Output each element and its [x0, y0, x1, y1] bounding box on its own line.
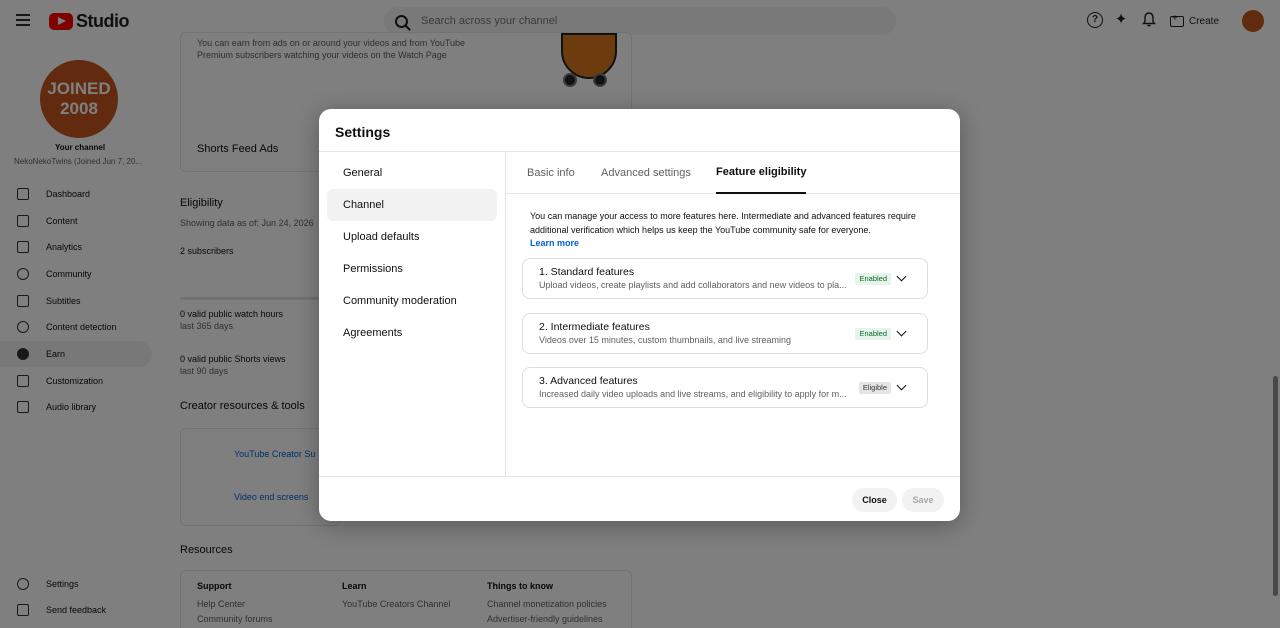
chevron-down-icon[interactable] — [896, 326, 907, 337]
feature-row-intermediate[interactable]: 2. Intermediate features Videos over 15 … — [522, 313, 928, 354]
chevron-down-icon[interactable] — [896, 380, 907, 391]
settings-dialog: Settings General Channel Upload defaults… — [319, 109, 960, 521]
feature-description: Upload videos, create playlists and add … — [539, 280, 847, 290]
feature-description: Videos over 15 minutes, custom thumbnail… — [539, 335, 791, 345]
feature-description: Increased daily video uploads and live s… — [539, 389, 847, 399]
close-button[interactable]: Close — [852, 488, 897, 512]
settings-nav-upload-defaults[interactable]: Upload defaults — [327, 221, 497, 253]
save-button[interactable]: Save — [902, 488, 944, 512]
feature-title: 2. Intermediate features — [539, 321, 650, 333]
status-badge: Enabled — [855, 273, 891, 285]
settings-nav-general[interactable]: General — [327, 157, 497, 189]
status-badge: Eligible — [858, 382, 891, 394]
channel-tabs: Basic info Advanced settings Feature eli… — [506, 152, 960, 194]
settings-nav-community-moderation[interactable]: Community moderation — [327, 285, 497, 317]
chevron-down-icon[interactable] — [896, 271, 907, 282]
feature-row-advanced[interactable]: 3. Advanced features Increased daily vid… — [522, 367, 928, 408]
dialog-title: Settings — [335, 124, 391, 140]
tab-basic-info[interactable]: Basic info — [527, 152, 575, 194]
divider — [505, 152, 506, 477]
tab-feature-eligibility[interactable]: Feature eligibility — [716, 152, 807, 194]
divider — [319, 476, 960, 477]
feature-title: 3. Advanced features — [539, 375, 638, 387]
settings-nav-agreements[interactable]: Agreements — [327, 317, 497, 349]
status-badge: Enabled — [855, 328, 891, 340]
learn-more-link[interactable]: Learn more — [530, 238, 579, 248]
feature-row-standard[interactable]: 1. Standard features Upload videos, crea… — [522, 258, 928, 299]
feature-title: 1. Standard features — [539, 266, 635, 278]
settings-nav-permissions[interactable]: Permissions — [327, 253, 497, 285]
settings-nav-channel[interactable]: Channel — [327, 189, 497, 221]
tab-advanced-settings[interactable]: Advanced settings — [601, 152, 691, 194]
feature-intro-text: You can manage your access to more featu… — [530, 211, 916, 235]
